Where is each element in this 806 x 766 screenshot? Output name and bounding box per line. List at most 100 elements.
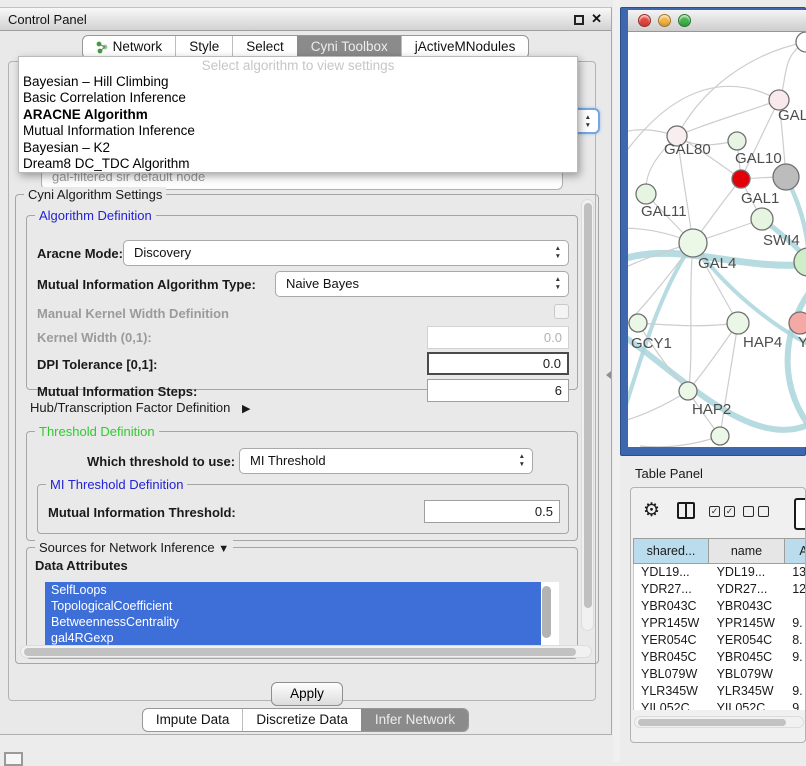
table-cell: 9.: [785, 700, 806, 710]
tab-style[interactable]: Style: [175, 36, 232, 58]
network-node[interactable]: [796, 32, 806, 52]
expander-right-arrow-icon[interactable]: ▶: [242, 403, 250, 415]
network-node-gal11[interactable]: [636, 184, 656, 204]
tab-cyni-toolbox[interactable]: Cyni Toolbox: [297, 36, 401, 58]
settings-vertical-scrollbar[interactable]: [581, 199, 594, 631]
mi-algorithm-type-value: Naive Bayes: [286, 276, 359, 291]
table-row[interactable]: YDL19...YDL19...13: [634, 564, 806, 581]
algorithm-option[interactable]: ARACNE Algorithm: [19, 107, 577, 123]
stepper-arrows-icon: ▲▼: [555, 276, 561, 292]
table-row[interactable]: YIL052CYIL052C9.: [634, 700, 806, 710]
network-edge[interactable]: [788, 290, 806, 434]
tab-label: Cyni Toolbox: [311, 36, 388, 58]
network-node-gal10[interactable]: [728, 132, 746, 150]
mi-threshold-definition-group: MI Threshold Definition Mutual Informati…: [37, 484, 569, 534]
close-traffic-light-icon[interactable]: [638, 14, 651, 27]
hub-tf-definition-expander[interactable]: Hub/Transcription Factor Definition ▶: [30, 400, 250, 415]
gear-icon[interactable]: ⚙: [643, 500, 660, 522]
tab-select[interactable]: Select: [232, 36, 297, 58]
table-row[interactable]: YDR27...YDR27...12: [634, 581, 806, 598]
network-node-hap4[interactable]: [727, 312, 749, 334]
tab-jactivemnodules[interactable]: jActiveMNodules: [401, 36, 529, 58]
bottom-tab-bar: Impute DataDiscretize DataInfer Network: [0, 708, 611, 732]
unchecked-checkbox-icon[interactable]: [743, 506, 754, 517]
network-node[interactable]: [732, 170, 750, 188]
attributes-scrollbar-thumb[interactable]: [542, 586, 551, 638]
table-row[interactable]: YBR043CYBR043C: [634, 598, 806, 615]
kernel-width-field[interactable]: 0.0: [427, 326, 569, 349]
zoom-traffic-light-icon[interactable]: [678, 14, 691, 27]
mi-algorithm-type-combobox[interactable]: Naive Bayes ▲▼: [275, 271, 569, 297]
network-node-gcy1[interactable]: [629, 314, 647, 332]
network-node-gal4[interactable]: [679, 229, 707, 257]
data-attribute-item[interactable]: TopologicalCoefficient: [45, 598, 541, 614]
network-window-titlebar[interactable]: [628, 10, 806, 32]
network-edge[interactable]: [640, 436, 720, 447]
network-node-swi4[interactable]: [794, 248, 806, 276]
minimize-traffic-light-icon[interactable]: [658, 14, 671, 27]
checked-checkbox-icon[interactable]: ✓: [724, 506, 735, 517]
panel-splitter[interactable]: [613, 0, 620, 762]
close-icon[interactable]: ✕: [591, 11, 602, 27]
algorithm-option[interactable]: Bayesian – Hill Climbing: [19, 74, 577, 90]
network-view-window[interactable]: GALGAL80GAL10GAL1GAL11GAL4SWI4HAP4YGCY1H…: [620, 7, 806, 456]
minimized-panel-fragment[interactable]: [4, 752, 23, 766]
table-column-header[interactable]: name: [709, 538, 785, 564]
table-row[interactable]: YBR045CYBR045C9.: [634, 649, 806, 666]
table-column-header[interactable]: A: [785, 538, 806, 564]
table-row[interactable]: YBL079WYBL079W: [634, 666, 806, 683]
network-node[interactable]: [773, 164, 799, 190]
hub-tf-definition-label: Hub/Transcription Factor Definition: [30, 400, 230, 415]
algorithm-option[interactable]: Mutual Information Inference: [19, 123, 577, 139]
tab-discretize-data[interactable]: Discretize Data: [242, 709, 361, 731]
float-window-icon[interactable]: [574, 15, 584, 25]
splitter-collapse-arrow-icon[interactable]: [606, 371, 611, 379]
network-edge[interactable]: [741, 100, 779, 179]
columns-icon[interactable]: [677, 502, 695, 519]
settings-vertical-scrollbar-thumb[interactable]: [584, 203, 592, 608]
network-edge[interactable]: [628, 391, 688, 422]
algorithm-option[interactable]: Dream8 DC_TDC Algorithm: [19, 156, 577, 172]
settings-horizontal-scrollbar-thumb[interactable]: [24, 648, 576, 656]
data-attributes-list[interactable]: SelfLoopsTopologicalCoefficientBetweenne…: [45, 582, 559, 646]
data-attribute-item[interactable]: gal4RGexp: [45, 630, 541, 646]
manual-kernel-width-checkbox[interactable]: [554, 304, 569, 319]
table-cell: YDR27...: [634, 581, 710, 598]
table-row[interactable]: YPR145WYPR145W9.: [634, 615, 806, 632]
tab-network[interactable]: Network: [83, 36, 176, 58]
control-panel-titlebar[interactable]: Control Panel ✕: [0, 8, 611, 31]
document-icon[interactable]: [794, 498, 806, 530]
tab-label: jActiveMNodules: [415, 36, 516, 58]
tab-infer-network[interactable]: Infer Network: [361, 709, 468, 731]
checked-checkbox-icon[interactable]: ✓: [709, 506, 720, 517]
data-attribute-item[interactable]: BetweennessCentrality: [45, 614, 541, 630]
network-node-y[interactable]: [789, 312, 806, 334]
network-node-hap2[interactable]: [679, 382, 697, 400]
which-threshold-combobox[interactable]: MI Threshold ▲▼: [239, 448, 533, 474]
mi-steps-field[interactable]: 6: [427, 379, 569, 402]
network-node[interactable]: [711, 427, 729, 445]
data-attribute-item[interactable]: SelfLoops: [45, 582, 541, 598]
dpi-tolerance-field[interactable]: 0.0: [427, 352, 569, 375]
expander-down-arrow-icon[interactable]: ▼: [218, 543, 229, 555]
apply-button[interactable]: Apply: [271, 682, 343, 706]
unchecked-checkbox-icon[interactable]: [758, 506, 769, 517]
network-edge[interactable]: [688, 243, 693, 391]
table-horizontal-scrollbar-thumb[interactable]: [638, 719, 786, 726]
table-cell: [785, 666, 806, 683]
network-edge[interactable]: [688, 323, 738, 391]
algorithm-option[interactable]: Basic Correlation Inference: [19, 90, 577, 106]
network-canvas[interactable]: GALGAL80GAL10GAL1GAL11GAL4SWI4HAP4YGCY1H…: [628, 32, 806, 447]
settings-horizontal-scrollbar[interactable]: [20, 645, 592, 658]
algorithm-option[interactable]: Bayesian – K2: [19, 140, 577, 156]
mi-threshold-field[interactable]: 0.5: [424, 500, 560, 523]
table-cell: YIL052C: [710, 700, 786, 710]
table-row[interactable]: YLR345WYLR345W9.: [634, 683, 806, 700]
table-row[interactable]: YER054CYER054C8.: [634, 632, 806, 649]
tab-impute-data[interactable]: Impute Data: [143, 709, 243, 731]
aracne-mode-combobox[interactable]: Discovery ▲▼: [123, 240, 569, 266]
table-horizontal-scrollbar[interactable]: [634, 716, 804, 728]
network-node-gal1[interactable]: [751, 208, 773, 230]
table-column-header[interactable]: shared...: [633, 538, 709, 564]
network-node-label: SWI4: [763, 232, 800, 249]
